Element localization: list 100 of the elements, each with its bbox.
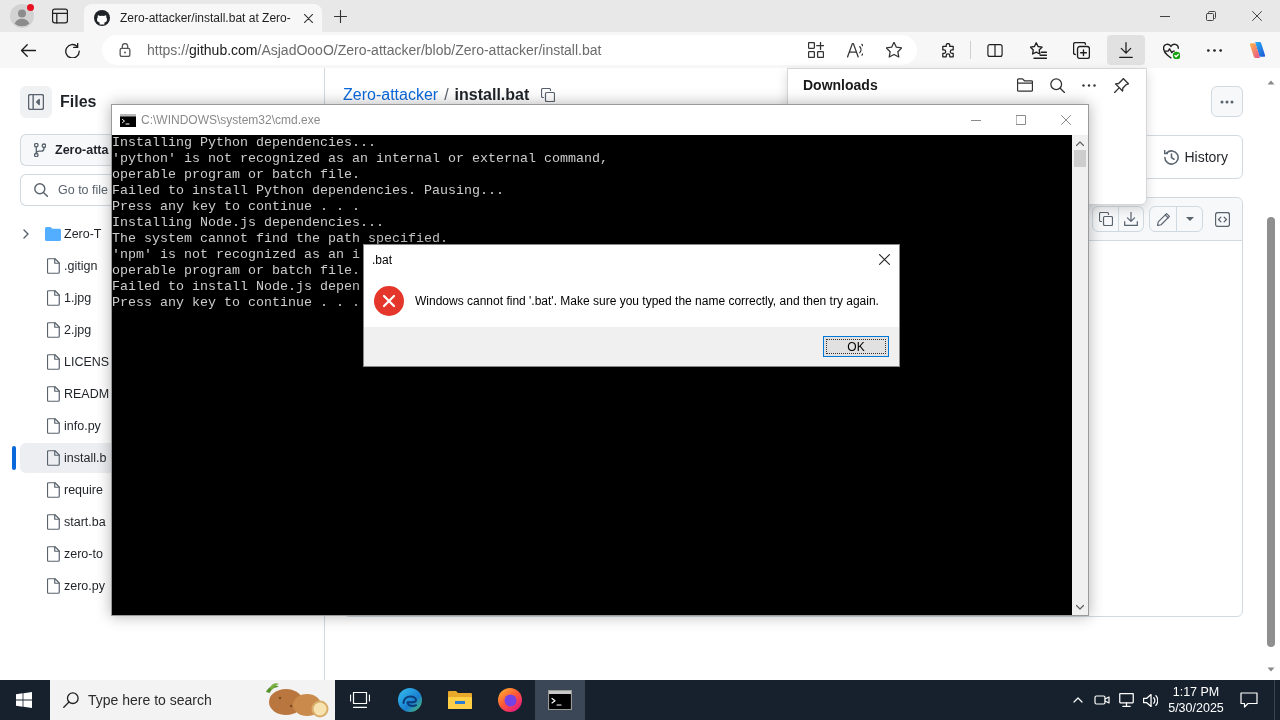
file-icon	[46, 418, 60, 434]
grid-plus-icon	[808, 42, 824, 58]
globe-browser-icon	[498, 688, 522, 712]
console-line: 'python' is not recognized as an internal or external command,	[112, 151, 608, 167]
lock-icon	[119, 43, 131, 57]
minimize-icon	[1160, 15, 1170, 17]
repo-link[interactable]: Zero-attacker	[343, 87, 439, 103]
scrollbar-thumb[interactable]	[1267, 217, 1275, 647]
file-icon	[46, 258, 60, 274]
restore-icon	[1206, 11, 1216, 21]
file-item[interactable]: READM	[20, 379, 111, 409]
swirl-browser-icon	[398, 688, 422, 712]
copy-icon	[541, 88, 556, 102]
path-separator: /	[444, 87, 449, 103]
file-icon	[46, 354, 60, 370]
file-item[interactable]: start.ba	[20, 507, 111, 537]
file-item[interactable]: .gitign	[20, 251, 111, 281]
history-icon	[1164, 149, 1180, 165]
terminal-icon	[548, 690, 572, 710]
scroll-down-icon	[1267, 667, 1275, 672]
close-icon	[1252, 11, 1262, 21]
file-icon	[46, 386, 60, 402]
file-icon	[46, 546, 60, 562]
scrollbar-thumb[interactable]	[1074, 150, 1086, 167]
squares-plus-icon	[1072, 41, 1090, 59]
maximize-icon	[1015, 115, 1026, 125]
star-list-icon	[1029, 41, 1047, 59]
panel-toggle-icon	[28, 94, 44, 110]
console-line: The system cannot find the path specified.	[112, 231, 448, 247]
console-line: operable program or batch file.	[112, 263, 360, 279]
file-icon	[46, 514, 60, 530]
minimize-icon	[970, 119, 981, 121]
search-icon	[1049, 77, 1065, 93]
folder-outline-icon	[1017, 78, 1033, 92]
error-icon	[374, 285, 404, 316]
volume-icon	[1142, 693, 1158, 707]
scroll-down-icon	[1076, 605, 1084, 610]
branch-button[interactable]: Zero-atta	[20, 134, 111, 166]
taskbar-search-field[interactable]: Type here to search	[50, 680, 335, 720]
console-line: Installing Node.js dependencies...	[112, 215, 384, 231]
close-icon	[878, 254, 890, 265]
error-message: Windows cannot find '.bat'. Make sure you typed the name correctly, and then try again.	[415, 293, 879, 308]
back-arrow-icon	[20, 43, 36, 57]
sidebar-toggle-button[interactable]	[20, 86, 52, 118]
avatar-icon	[10, 4, 34, 28]
file-name: install.bat	[454, 87, 530, 103]
windows-logo-icon	[16, 692, 32, 708]
scroll-up-icon	[1076, 141, 1084, 146]
file-item[interactable]: LICENS	[20, 347, 111, 377]
network-icon	[1118, 693, 1134, 707]
more-icon	[1082, 83, 1096, 87]
file-item[interactable]: install.b	[20, 443, 111, 473]
clock-button[interactable]: 1:17 PM 5/30/2025	[1162, 680, 1230, 720]
address-bar[interactable]: https://github.com/AsjadOooO/Zero-attacker/blob/Zero-attacker/install.bat	[102, 35, 917, 65]
heart-pulse-icon	[1162, 41, 1180, 59]
refresh-icon	[64, 42, 80, 58]
files-title: Files	[60, 93, 97, 111]
browser-tab[interactable]: Zero-attacker/install.bat at Zero-	[84, 4, 322, 32]
file-icon	[46, 322, 60, 338]
downloads-button[interactable]	[1107, 35, 1145, 65]
search-icon	[34, 183, 48, 197]
pencil-icon	[1156, 212, 1170, 226]
terminal-icon	[120, 113, 136, 127]
console-line: operable program or batch file.	[112, 167, 360, 183]
close-icon	[1060, 115, 1071, 125]
folder-icon	[45, 227, 61, 241]
cat-logo-icon	[94, 10, 110, 26]
console-scrollbar[interactable]	[1072, 135, 1088, 615]
download-icon	[1119, 42, 1133, 58]
tabs-icon	[52, 8, 68, 24]
scroll-up-icon	[1267, 80, 1275, 85]
file-item[interactable]: 1.jpg	[20, 283, 111, 313]
folder-item[interactable]: Zero-T	[20, 219, 111, 249]
more-icon	[1206, 48, 1222, 52]
notification-icon	[1240, 692, 1258, 708]
console-line: Failed to install Node.js depen	[112, 279, 360, 295]
taskbar-app-button[interactable]	[535, 680, 585, 720]
file-item[interactable]: zero.py	[20, 571, 111, 601]
chevron-up-icon	[1073, 697, 1083, 703]
file-item[interactable]: info.py	[20, 411, 111, 441]
file-item[interactable]: 2.jpg	[20, 315, 111, 345]
file-item[interactable]: require	[20, 475, 111, 505]
file-item[interactable]: zero-to	[20, 539, 111, 569]
read-aloud-icon	[847, 42, 863, 58]
split-window-icon	[987, 43, 1003, 57]
task-view-icon	[350, 692, 370, 708]
history-link[interactable]: History	[1164, 149, 1228, 165]
downloads-title: Downloads	[803, 77, 878, 93]
search-icon	[63, 692, 79, 708]
console-line: 'npm' is not recognized as an i	[112, 247, 360, 263]
pin-icon	[1113, 77, 1129, 93]
console-line: Press any key to continue . . .	[112, 199, 360, 215]
file-icon	[46, 450, 60, 466]
ok-button[interactable]: OK	[823, 336, 889, 357]
console-line: Installing Python dependencies...	[112, 135, 376, 151]
file-icon	[46, 290, 60, 306]
more-icon	[1220, 99, 1234, 104]
star-icon	[886, 42, 902, 58]
video-call-icon	[1094, 694, 1110, 706]
copy-path-button[interactable]	[541, 88, 556, 102]
